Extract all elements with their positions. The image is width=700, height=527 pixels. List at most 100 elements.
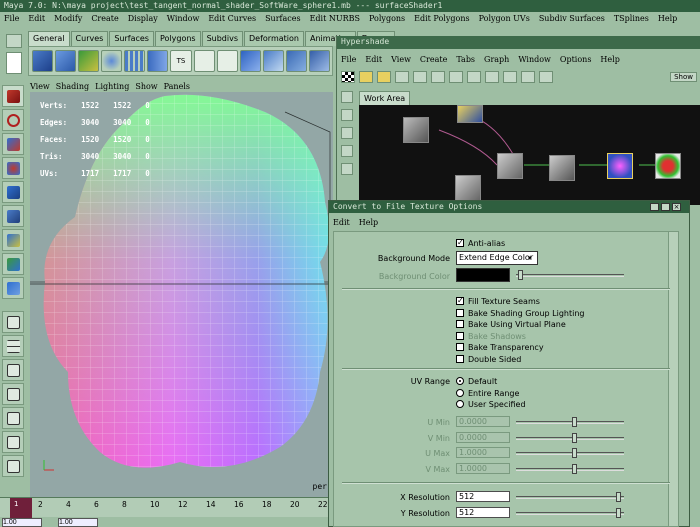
tab-shelf[interactable]: Curves xyxy=(70,31,109,46)
hypershade-menu-item[interactable]: Options xyxy=(560,55,592,64)
graph-up-icon[interactable] xyxy=(431,71,445,83)
bake-option-row[interactable]: Bake Shading Group Lighting xyxy=(456,308,584,319)
tab-shelf[interactable]: General xyxy=(28,31,70,46)
uv-range-option[interactable]: Entire Range xyxy=(456,388,519,399)
layered-node-icon[interactable] xyxy=(549,155,575,181)
viewport-panel[interactable]: Verts: 1522 1522 0 Edges: 3040 3040 0 Faces: 1520… xyxy=(30,92,333,497)
bake-option-row[interactable]: Fill Texture Seams xyxy=(456,295,540,307)
anti-alias-row[interactable]: Anti-alias xyxy=(456,237,505,249)
persp-outliner-icon[interactable] xyxy=(2,383,24,405)
move-tool-icon[interactable] xyxy=(2,133,24,155)
viewport-menu-item[interactable]: Shading xyxy=(56,82,89,91)
bake-option-checkbox[interactable] xyxy=(456,343,464,351)
place2d-node-icon[interactable] xyxy=(403,117,429,143)
rotate-tool-icon[interactable] xyxy=(2,157,24,179)
graph-down-icon[interactable] xyxy=(449,71,463,83)
rearrange-icon[interactable] xyxy=(503,71,517,83)
background-mode-select[interactable]: Extend Edge Color ▾ xyxy=(456,251,538,265)
box-icon[interactable] xyxy=(308,50,331,72)
stretch-icon[interactable] xyxy=(147,50,169,72)
show-button[interactable]: Show xyxy=(670,72,697,82)
arrow-right-icon[interactable] xyxy=(377,71,391,83)
tab-shelf[interactable]: Subdivs xyxy=(201,31,244,46)
menu-item[interactable]: File xyxy=(4,14,19,23)
tab-shelf[interactable]: Deformation xyxy=(244,31,304,46)
minimize-icon[interactable] xyxy=(650,203,659,211)
dialog-menu-item[interactable]: Edit xyxy=(333,218,350,227)
cone-icon[interactable] xyxy=(101,50,123,72)
file-node-icon[interactable] xyxy=(457,105,483,123)
viewport-menu-item[interactable]: Panels xyxy=(164,82,190,91)
uv-range-radio[interactable] xyxy=(456,400,464,408)
hypershade-menu-item[interactable]: File xyxy=(341,55,356,64)
shading-group-icon[interactable] xyxy=(655,153,681,179)
menu-item[interactable]: Edit Curves xyxy=(208,14,256,23)
menu-item[interactable]: Display xyxy=(128,14,158,23)
menu-item[interactable]: Window xyxy=(167,14,200,23)
hypershade-menu-item[interactable]: Graph xyxy=(484,55,509,64)
hypershade-menu-item[interactable]: Edit xyxy=(365,55,382,64)
hypershade-menu-item[interactable]: Tabs xyxy=(456,55,475,64)
viewport-menu-item[interactable]: Lighting xyxy=(95,82,129,91)
checker-icon[interactable] xyxy=(341,71,355,83)
two-view-icon[interactable] xyxy=(2,359,24,381)
maximize-icon[interactable] xyxy=(661,203,670,211)
hypershade-menu-item[interactable]: View xyxy=(391,55,411,64)
bake-option-row[interactable]: Bake Transparency xyxy=(456,342,544,353)
scale-tool-icon[interactable] xyxy=(2,181,24,203)
bake-option-row[interactable]: Double Sided xyxy=(456,354,521,365)
grid-icon[interactable] xyxy=(124,50,146,72)
wave-icon[interactable] xyxy=(193,50,215,72)
surface-icon[interactable] xyxy=(78,50,100,72)
tab-work-area[interactable]: Work Area xyxy=(359,91,411,106)
menu-item[interactable]: Help xyxy=(658,14,677,23)
dialog-menu-item[interactable]: Help xyxy=(359,218,378,227)
menu-item[interactable]: Polygons xyxy=(369,14,405,23)
hypershade-graph[interactable] xyxy=(359,105,700,205)
menu-item[interactable]: Polygon UVs xyxy=(479,14,530,23)
side-tool-icon[interactable] xyxy=(341,91,353,103)
shelf-menu-icon[interactable] xyxy=(6,52,22,74)
manipulator-icon[interactable] xyxy=(2,205,24,227)
uv-range-radio[interactable] xyxy=(456,388,464,397)
hypershade-menu-item[interactable]: Help xyxy=(600,55,619,64)
bake-option-checkbox[interactable] xyxy=(456,320,464,328)
tab-shelf[interactable]: Polygons xyxy=(154,31,201,46)
ts-icon[interactable]: TS xyxy=(170,50,192,72)
menu-item[interactable]: Edit xyxy=(28,14,45,23)
side-tool-icon[interactable] xyxy=(341,109,353,121)
nurbs-plane-icon[interactable] xyxy=(55,50,77,72)
custom-layout-icon[interactable] xyxy=(2,455,24,477)
render-icon[interactable] xyxy=(521,71,535,83)
persp-graph-icon[interactable] xyxy=(2,407,24,429)
uv-range-option[interactable]: User Specified xyxy=(456,399,526,410)
uv-range-radio[interactable] xyxy=(456,377,464,385)
x-resolution-field[interactable]: 512 xyxy=(456,491,510,502)
background-color-slider[interactable] xyxy=(516,270,624,280)
menu-item[interactable]: Surfaces xyxy=(265,14,301,23)
uv-range-option[interactable]: Default xyxy=(456,376,497,387)
background-color-swatch[interactable] xyxy=(456,268,510,282)
anti-alias-checkbox[interactable] xyxy=(456,237,464,248)
y-resolution-slider[interactable] xyxy=(516,508,624,518)
curve-icon[interactable] xyxy=(216,50,238,72)
bake-option-row[interactable]: Bake Using Virtual Plane xyxy=(456,319,566,330)
menu-item[interactable]: Create xyxy=(91,14,118,23)
clear-graph-icon[interactable] xyxy=(485,71,499,83)
select-tool-icon[interactable] xyxy=(2,85,24,107)
bump-node-icon[interactable] xyxy=(497,153,523,179)
surface-shader-icon[interactable] xyxy=(607,153,633,179)
eraser-icon[interactable] xyxy=(395,71,409,83)
x-resolution-slider[interactable] xyxy=(516,492,624,502)
menu-item[interactable]: Modify xyxy=(54,14,82,23)
time-slider[interactable]: 1 24681012141618202224 xyxy=(0,497,356,518)
swatch-icon[interactable] xyxy=(539,71,553,83)
bake-option-checkbox[interactable] xyxy=(456,354,464,363)
lasso-tool-icon[interactable] xyxy=(2,109,24,131)
arrow-left-icon[interactable] xyxy=(359,71,373,83)
range-start-field[interactable] xyxy=(2,518,42,527)
graph-both-icon[interactable] xyxy=(467,71,481,83)
y-resolution-field[interactable]: 512 xyxy=(456,507,510,518)
lattice-icon[interactable] xyxy=(285,50,307,72)
menu-item[interactable]: TSplines xyxy=(614,14,649,23)
